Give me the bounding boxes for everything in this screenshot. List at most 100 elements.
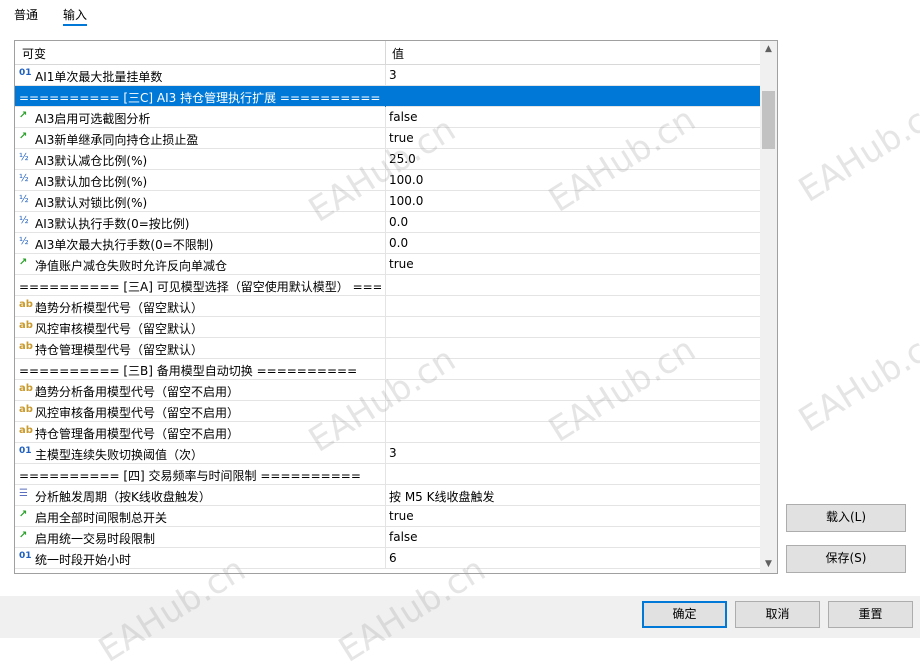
parameter-name-cell: 01 主模型连续失败切换阈值（次） <box>19 446 381 463</box>
parameter-name: AI3默认减仓比例(%) <box>35 154 148 168</box>
table-row[interactable]: ========== [三B] 备用模型自动切换 ========== <box>15 359 760 380</box>
table-row[interactable]: ab 持仓管理模型代号（留空默认） <box>15 338 760 359</box>
inputs-grid: 可变 值 01 AI1单次最大批量挂单数 3 ========== [三C] AI3 … <box>14 40 778 574</box>
cell-separator <box>385 443 386 464</box>
cell-separator <box>385 527 386 548</box>
parameter-value[interactable]: 100.0 <box>389 173 754 187</box>
cell-separator <box>385 548 386 569</box>
parameter-name-cell: ab 趋势分析模型代号（留空默认） <box>19 299 381 316</box>
table-row[interactable]: ½ AI3默认加仓比例(%) 100.0 <box>15 170 760 191</box>
parameter-value[interactable]: 25.0 <box>389 152 754 166</box>
cell-separator <box>385 128 386 149</box>
reset-button[interactable]: 重置 <box>828 601 913 628</box>
parameter-name-cell: ↗ 净值账户减仓失败时允许反向单减仓 <box>19 257 381 274</box>
parameter-name: 趋势分析备用模型代号（留空不启用） <box>35 385 240 399</box>
load-button[interactable]: 载入(L) <box>786 504 906 532</box>
tab-inputs[interactable]: 输入 <box>63 6 87 23</box>
table-row[interactable]: ↗ 启用全部时间限制总开关 true <box>15 506 760 527</box>
parameter-value[interactable]: 3 <box>389 68 754 82</box>
table-row[interactable]: ab 风控审核备用模型代号（留空不启用） <box>15 401 760 422</box>
table-row[interactable]: ========== [四] 交易频率与时间限制 ========== <box>15 464 760 485</box>
parameter-name: AI3启用可选截图分析 <box>35 112 151 126</box>
parameter-name-cell: ab 风控审核备用模型代号（留空不启用） <box>19 404 381 421</box>
table-row[interactable]: ½ AI3默认减仓比例(%) 25.0 <box>15 149 760 170</box>
table-row[interactable]: ========== [三C] AI3 持仓管理执行扩展 ========== <box>15 86 760 107</box>
table-row[interactable]: ↗ AI3新单继承同向持仓止损止盈 true <box>15 128 760 149</box>
parameter-name-cell: ½ AI3单次最大执行手数(0=不限制) <box>19 236 381 253</box>
parameter-value[interactable]: false <box>389 530 754 544</box>
boolean-icon: ↗ <box>19 530 28 541</box>
scroll-down-icon[interactable]: ▼ <box>760 556 777 573</box>
parameter-name-cell: ab 持仓管理备用模型代号（留空不启用） <box>19 425 381 442</box>
tab-bar: 普通 输入 <box>0 0 920 30</box>
string-icon: ab <box>19 404 33 415</box>
table-row[interactable]: ab 趋势分析备用模型代号（留空不启用） <box>15 380 760 401</box>
parameter-name-cell: 01 统一时段开始小时 <box>19 551 381 568</box>
table-row[interactable]: ab 风控审核模型代号（留空默认） <box>15 317 760 338</box>
table-row[interactable]: ab 趋势分析模型代号（留空默认） <box>15 296 760 317</box>
cell-separator <box>385 506 386 527</box>
double-icon: ½ <box>19 194 29 205</box>
ok-button[interactable]: 确定 <box>642 601 727 628</box>
parameter-name-cell: ========== [四] 交易频率与时间限制 ========== <box>19 467 381 484</box>
string-icon: ab <box>19 425 33 436</box>
string-icon: ab <box>19 383 33 394</box>
save-button[interactable]: 保存(S) <box>786 545 906 573</box>
parameter-name: AI3默认执行手数(0=按比例) <box>35 217 190 231</box>
table-row[interactable]: ½ AI3默认对锁比例(%) 100.0 <box>15 191 760 212</box>
parameter-value[interactable]: true <box>389 131 754 145</box>
parameter-name: 启用全部时间限制总开关 <box>35 511 168 525</box>
table-row[interactable]: 01 统一时段开始小时 6 <box>15 548 760 569</box>
parameter-name: ========== [四] 交易频率与时间限制 ========== <box>19 469 361 483</box>
parameter-value[interactable]: true <box>389 509 754 523</box>
parameter-name: 持仓管理模型代号（留空默认） <box>35 343 204 357</box>
parameter-name: 持仓管理备用模型代号（留空不启用） <box>35 427 240 441</box>
parameter-value[interactable]: 100.0 <box>389 194 754 208</box>
vertical-scrollbar[interactable]: ▲ ▼ <box>760 41 777 573</box>
parameter-name: AI3新单继承同向持仓止损止盈 <box>35 133 199 147</box>
cell-separator <box>385 86 386 107</box>
scrollbar-thumb[interactable] <box>762 91 775 149</box>
table-row[interactable]: 01 AI1单次最大批量挂单数 3 <box>15 65 760 86</box>
table-row[interactable]: ↗ 净值账户减仓失败时允许反向单减仓 true <box>15 254 760 275</box>
table-row[interactable]: ☰ 分析触发周期（按K线收盘触发） 按 M5 K线收盘触发 <box>15 485 760 506</box>
parameter-value[interactable]: false <box>389 110 754 124</box>
parameter-name-cell: ab 趋势分析备用模型代号（留空不启用） <box>19 383 381 400</box>
string-icon: ab <box>19 320 33 331</box>
parameter-value[interactable]: 0.0 <box>389 236 754 250</box>
scroll-up-icon[interactable]: ▲ <box>760 41 777 58</box>
cell-separator <box>385 317 386 338</box>
column-header-value[interactable]: 值 <box>392 45 404 62</box>
parameter-name-cell: ========== [三A] 可见模型选择（留空使用默认模型） ===... <box>19 278 381 295</box>
double-icon: ½ <box>19 152 29 163</box>
table-row[interactable]: ½ AI3单次最大执行手数(0=不限制) 0.0 <box>15 233 760 254</box>
table-row[interactable]: ½ AI3默认执行手数(0=按比例) 0.0 <box>15 212 760 233</box>
table-row[interactable]: ↗ 启用统一交易时段限制 false <box>15 527 760 548</box>
watermark: EAHub.cn <box>791 319 920 441</box>
parameter-name: 启用统一交易时段限制 <box>35 532 156 546</box>
cell-separator <box>385 380 386 401</box>
boolean-icon: ↗ <box>19 110 28 121</box>
parameter-value[interactable]: 6 <box>389 551 754 565</box>
parameter-name-cell: ↗ AI3启用可选截图分析 <box>19 110 381 127</box>
cell-separator <box>385 149 386 170</box>
parameter-name: AI3默认加仓比例(%) <box>35 175 148 189</box>
parameter-value[interactable]: 0.0 <box>389 215 754 229</box>
parameter-value[interactable]: 按 M5 K线收盘触发 <box>389 488 754 505</box>
table-row[interactable]: ========== [三A] 可见模型选择（留空使用默认模型） ===... <box>15 275 760 296</box>
parameter-name: 风控审核模型代号（留空默认） <box>35 322 204 336</box>
column-header-name[interactable]: 可变 <box>22 45 46 62</box>
table-row[interactable]: 01 主模型连续失败切换阈值（次） 3 <box>15 443 760 464</box>
parameter-name: ========== [三B] 备用模型自动切换 ========== <box>19 364 358 378</box>
parameter-value[interactable]: true <box>389 257 754 271</box>
cell-separator <box>385 191 386 212</box>
table-row[interactable]: ab 持仓管理备用模型代号（留空不启用） <box>15 422 760 443</box>
cell-separator <box>385 359 386 380</box>
cancel-button[interactable]: 取消 <box>735 601 820 628</box>
cell-separator <box>385 170 386 191</box>
tab-common[interactable]: 普通 <box>14 6 38 23</box>
parameter-name-cell: ↗ 启用统一交易时段限制 <box>19 530 381 547</box>
table-row[interactable]: ↗ AI3启用可选截图分析 false <box>15 107 760 128</box>
parameter-value[interactable]: 3 <box>389 446 754 460</box>
parameter-name-cell: ↗ 启用全部时间限制总开关 <box>19 509 381 526</box>
